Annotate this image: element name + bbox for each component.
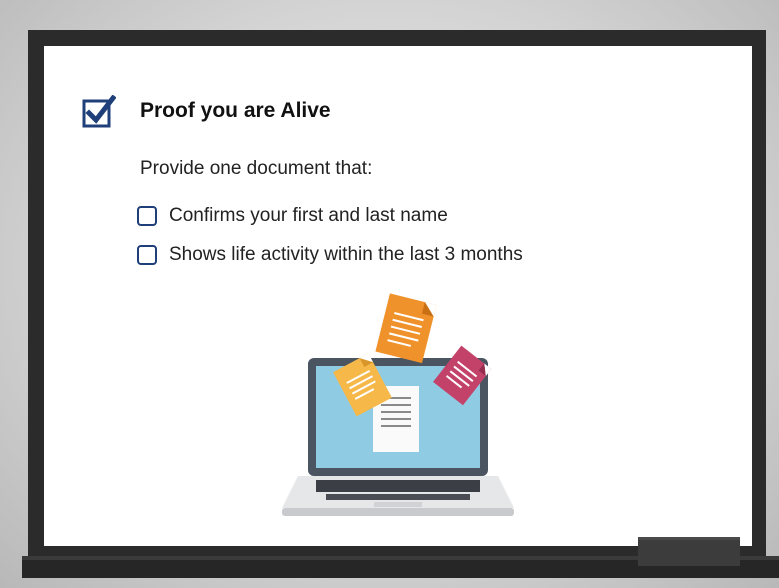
laptop-documents-illustration [282,293,514,516]
checkbox-icon[interactable] [137,245,157,265]
checklist-intro: Provide one document that: [140,158,373,179]
checklist-item[interactable]: Confirms your first and last name [137,205,448,227]
checklist-title: Proof you are Alive [140,99,331,122]
checklist-item-label: Shows life activity within the last 3 mo… [169,244,523,265]
checked-checkbox-icon[interactable] [82,95,116,129]
checkbox-icon[interactable] [137,206,157,226]
eraser [638,537,740,566]
checklist-item[interactable]: Shows life activity within the last 3 mo… [137,244,523,266]
checklist-item-label: Confirms your first and last name [169,205,448,226]
